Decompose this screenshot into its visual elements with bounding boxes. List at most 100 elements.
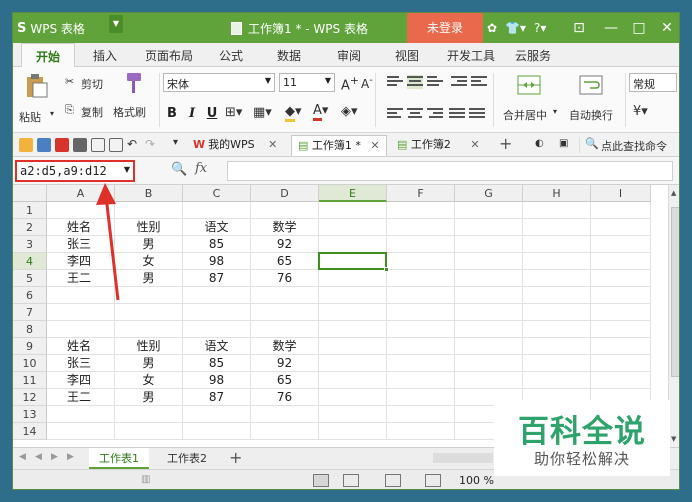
paste-button-label[interactable]: 粘贴 (19, 109, 41, 125)
insert-function-button[interactable]: fx (195, 161, 207, 176)
cell-c7[interactable] (183, 304, 251, 321)
decrease-font-icon[interactable]: A- (361, 75, 373, 91)
cell-b12[interactable]: 男 (115, 389, 183, 406)
row-header-13[interactable]: 13 (13, 406, 47, 423)
sheet-tab-2[interactable]: 工作表2 (157, 448, 217, 469)
cell-d9[interactable]: 数学 (251, 338, 319, 355)
underline-button[interactable]: U (203, 105, 221, 123)
cell-c8[interactable] (183, 321, 251, 338)
cell-a5[interactable]: 王二 (47, 270, 115, 287)
last-sheet-icon[interactable]: ▶ (67, 452, 74, 462)
row-header-12[interactable]: 12 (13, 389, 47, 406)
number-format-select[interactable]: 常规 (629, 73, 677, 92)
tab-workbook1[interactable]: ▤ 工作簿1 * ✕ (291, 135, 387, 156)
paste-dropdown-icon[interactable]: ▾ (50, 109, 54, 118)
cell-b8[interactable] (115, 321, 183, 338)
cell-f11[interactable] (387, 372, 455, 389)
cell-d5[interactable]: 76 (251, 270, 319, 287)
cut-icon[interactable]: ✂ (65, 75, 74, 88)
tab-page-layout[interactable]: 页面布局 (145, 47, 193, 64)
help-icon[interactable]: ?▾ (534, 21, 546, 35)
tab-formulas[interactable]: 公式 (219, 47, 243, 64)
row-header-7[interactable]: 7 (13, 304, 47, 321)
tab-list-icon[interactable]: ◐ (535, 138, 544, 149)
fill-handle[interactable] (384, 267, 389, 272)
row-header-6[interactable]: 6 (13, 287, 47, 304)
cell-b10[interactable]: 男 (115, 355, 183, 372)
cell-d8[interactable] (251, 321, 319, 338)
cell-g3[interactable] (455, 236, 523, 253)
cell-d3[interactable]: 92 (251, 236, 319, 253)
cell-i11[interactable] (591, 372, 651, 389)
paste-icon[interactable] (25, 73, 49, 98)
cell-a3[interactable]: 张三 (47, 236, 115, 253)
cell-a7[interactable] (47, 304, 115, 321)
cell-c14[interactable] (183, 423, 251, 440)
row-header-1[interactable]: 1 (13, 202, 47, 219)
cell-c5[interactable]: 87 (183, 270, 251, 287)
close-icon[interactable]: ✕ (370, 139, 379, 152)
cell-g9[interactable] (455, 338, 523, 355)
open-folder-icon[interactable] (19, 138, 33, 152)
tab-developer[interactable]: 开发工具 (447, 47, 495, 64)
next-sheet-icon[interactable]: ▶ (51, 452, 58, 462)
chevron-down-icon[interactable]: ▼ (124, 165, 130, 174)
select-all-corner[interactable] (13, 185, 47, 202)
cell-b7[interactable] (115, 304, 183, 321)
cell-e13[interactable] (319, 406, 387, 423)
cell-d12[interactable]: 76 (251, 389, 319, 406)
cell-c1[interactable] (183, 202, 251, 219)
print-preview-icon[interactable] (91, 138, 105, 152)
cell-e14[interactable] (319, 423, 387, 440)
cell-b14[interactable] (115, 423, 183, 440)
row-header-11[interactable]: 11 (13, 372, 47, 389)
normal-view-icon[interactable] (313, 474, 329, 487)
cell-b11[interactable]: 女 (115, 372, 183, 389)
cell-b6[interactable] (115, 287, 183, 304)
copy-icon[interactable]: ⎘ (65, 103, 74, 117)
border-icon[interactable]: ⊞▾ (225, 105, 242, 120)
merge-center-button[interactable]: 合并居中 (503, 107, 547, 123)
undo-icon[interactable]: ↶ (127, 137, 137, 151)
cell-d11[interactable]: 65 (251, 372, 319, 389)
row-header-2[interactable]: 2 (13, 219, 47, 236)
cell-c13[interactable] (183, 406, 251, 423)
cell-f2[interactable] (387, 219, 455, 236)
tab-switch-icon[interactable]: ▣ (559, 138, 568, 149)
merge-center-icon[interactable] (517, 73, 541, 97)
indent-icon[interactable] (451, 75, 467, 89)
export-pdf-icon[interactable] (55, 138, 69, 152)
cell-c9[interactable]: 语文 (183, 338, 251, 355)
align-top-icon[interactable] (387, 75, 403, 89)
cell-e11[interactable] (319, 372, 387, 389)
sheet-tab-1[interactable]: 工作表1 (89, 448, 149, 469)
cell-g10[interactable] (455, 355, 523, 372)
tab-workbook2[interactable]: ▤ 工作簿2 ✕ (391, 135, 486, 156)
row-header-10[interactable]: 10 (13, 355, 47, 372)
cell-g4[interactable] (455, 253, 523, 270)
bold-button[interactable]: B (163, 105, 181, 123)
column-header-i[interactable]: I (591, 185, 651, 202)
cell-a12[interactable]: 王二 (47, 389, 115, 406)
row-header-14[interactable]: 14 (13, 423, 47, 440)
cell-h7[interactable] (523, 304, 591, 321)
cell-a13[interactable] (47, 406, 115, 423)
cell-d6[interactable] (251, 287, 319, 304)
cell-a10[interactable]: 张三 (47, 355, 115, 372)
font-color-icon[interactable]: A▾ (313, 103, 328, 121)
cell-c3[interactable]: 85 (183, 236, 251, 253)
column-header-c[interactable]: C (183, 185, 251, 202)
scroll-thumb[interactable] (671, 207, 679, 377)
cell-d14[interactable] (251, 423, 319, 440)
cell-e6[interactable] (319, 287, 387, 304)
copy-button[interactable]: 复制 (81, 104, 103, 120)
cell-f4[interactable] (387, 253, 455, 270)
cell-e12[interactable] (319, 389, 387, 406)
align-bottom-icon[interactable] (427, 75, 443, 89)
cell-f3[interactable] (387, 236, 455, 253)
cell-f6[interactable] (387, 287, 455, 304)
cell-h8[interactable] (523, 321, 591, 338)
close-button[interactable]: ✕ (653, 13, 679, 43)
row-header-9[interactable]: 9 (13, 338, 47, 355)
app-dropdown-icon[interactable]: ▼ (109, 15, 123, 33)
